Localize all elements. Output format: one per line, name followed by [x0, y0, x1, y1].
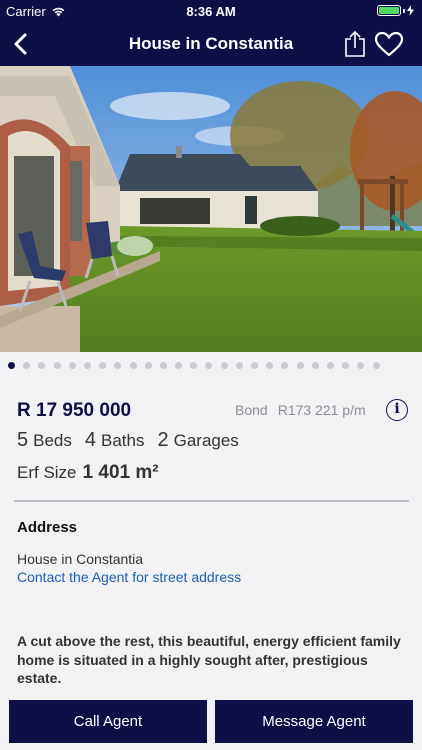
erf-size: Erf Size 1 401 m²	[17, 462, 159, 484]
listing-price: R 17 950 000	[17, 400, 132, 421]
navigation-bar: House in Constantia	[0, 22, 422, 66]
gallery-dot[interactable]	[129, 361, 137, 369]
battery-fill	[379, 7, 399, 14]
share-icon[interactable]	[343, 30, 367, 58]
gallery-dot[interactable]	[68, 361, 76, 369]
gallery-dot[interactable]	[190, 361, 198, 369]
page-title: House in Constantia	[128, 34, 294, 53]
erf-size-label: Erf Size	[17, 463, 77, 482]
charging-bolt-icon	[407, 5, 414, 16]
feature-baths: 4 Baths	[85, 429, 145, 452]
status-bar: Carrier 8:36 AM	[0, 0, 422, 22]
gallery-dot[interactable]	[83, 361, 91, 369]
gallery-dot[interactable]	[38, 361, 46, 369]
gallery-dot[interactable]	[372, 361, 380, 369]
baths-count: 4	[84, 429, 96, 451]
bond-label: Bond	[235, 402, 268, 418]
gallery-dot[interactable]	[266, 361, 274, 369]
clock: 8:36 AM	[186, 4, 236, 19]
gallery-dot[interactable]	[144, 361, 152, 369]
gallery-dot[interactable]	[114, 361, 122, 369]
garages-label: Garages	[173, 431, 239, 450]
feature-row: 5 Beds 4 Baths 2 Garages	[17, 429, 252, 452]
garages-count: 2	[157, 429, 169, 451]
property-photo[interactable]	[0, 66, 422, 352]
info-icon[interactable]: i	[386, 399, 408, 421]
battery-cap	[403, 8, 405, 13]
gallery-pagination[interactable]	[0, 358, 422, 372]
gallery-dot[interactable]	[296, 361, 304, 369]
beds-count: 5	[17, 429, 29, 451]
gallery-dot[interactable]	[175, 361, 183, 369]
gallery-dot[interactable]	[205, 361, 213, 369]
back-chevron-icon[interactable]	[10, 32, 34, 56]
gallery-dot[interactable]	[311, 361, 319, 369]
bond-estimate: Bond R173 221 p/m	[235, 402, 366, 418]
feature-garages: 2 Garages	[157, 429, 238, 452]
top-bar: Carrier 8:36 AM House in Constantia	[0, 0, 422, 66]
gallery-dot[interactable]	[251, 361, 258, 369]
gallery-dot[interactable]	[159, 361, 167, 369]
section-divider	[14, 500, 409, 502]
gallery-dot[interactable]	[220, 361, 228, 369]
feature-beds: 5 Beds	[17, 429, 72, 452]
listing-description: A cut above the rest, this beautiful, en…	[17, 633, 401, 686]
action-bar: Call Agent Message Agent	[0, 693, 422, 750]
erf-size-value: 1 401 m²	[82, 462, 159, 483]
battery-icon	[377, 5, 414, 16]
gallery-dot[interactable]	[326, 361, 334, 369]
contact-agent-link[interactable]: Contact the Agent for street address	[17, 569, 241, 585]
address-line: House in Constantia	[17, 551, 144, 567]
gallery-dot[interactable]	[8, 361, 15, 369]
call-agent-button[interactable]: Call Agent	[9, 700, 207, 743]
beds-label: Beds	[33, 431, 72, 450]
address-heading: Address	[17, 519, 78, 536]
gallery-dot[interactable]	[23, 361, 31, 369]
house-photo-image	[0, 66, 422, 352]
gallery-dot[interactable]	[342, 361, 350, 369]
gallery-dot[interactable]	[281, 361, 289, 369]
message-agent-button[interactable]: Message Agent	[215, 700, 413, 743]
gallery-dot[interactable]	[53, 361, 61, 369]
baths-label: Baths	[101, 431, 145, 450]
gallery-dot[interactable]	[357, 361, 365, 369]
gallery-dot[interactable]	[235, 361, 243, 369]
favorite-heart-icon[interactable]	[374, 31, 404, 57]
bond-value: R173 221 p/m	[277, 402, 366, 418]
gallery-dot[interactable]	[99, 361, 107, 369]
battery-body	[377, 5, 401, 16]
